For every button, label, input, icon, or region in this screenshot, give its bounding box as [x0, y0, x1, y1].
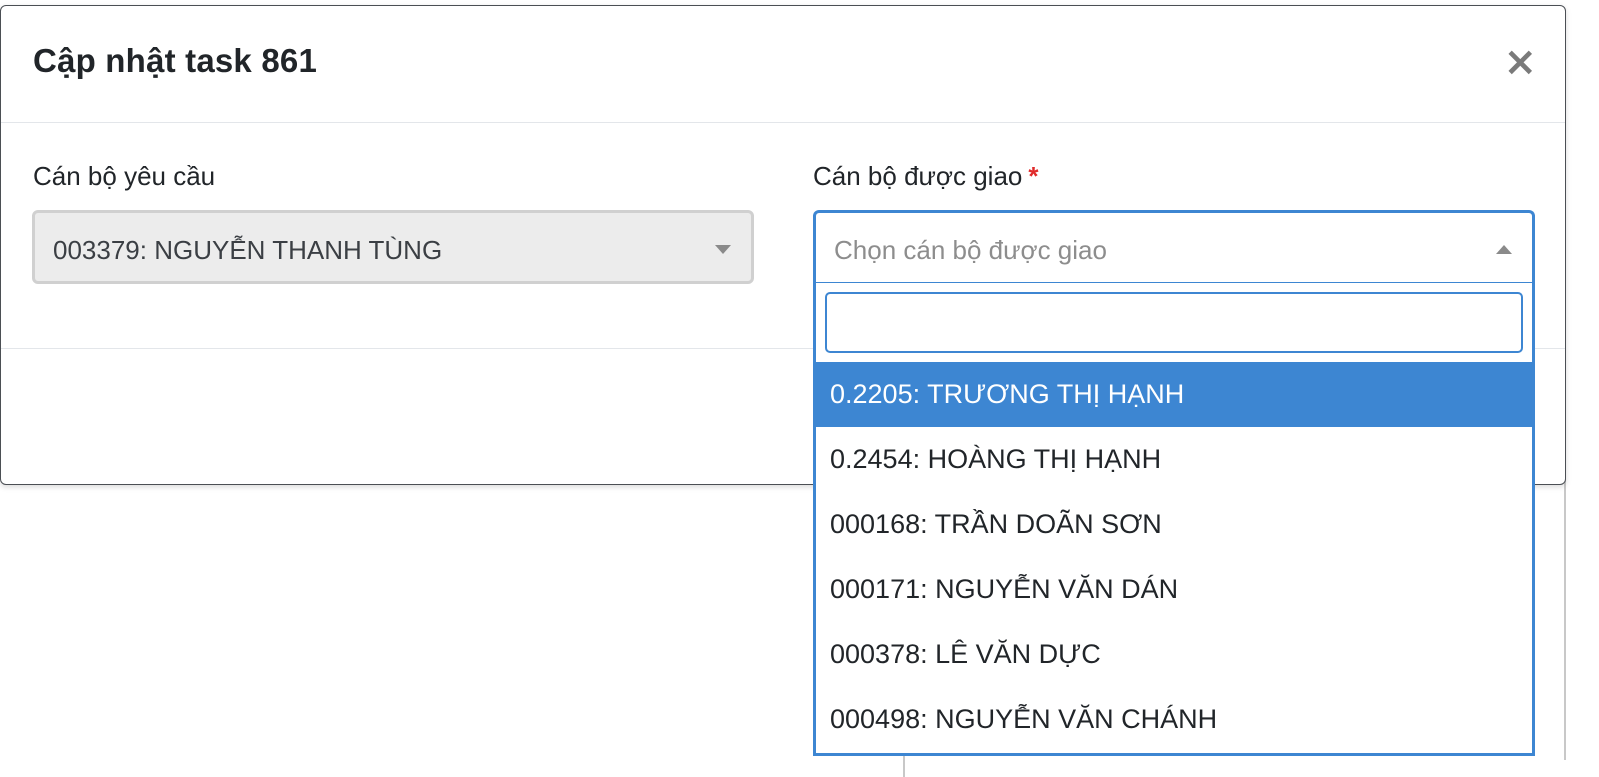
assignee-option[interactable]: 000171: NGUYỄN VĂN DÁN	[816, 557, 1532, 622]
page: Cập nhật task 861 × Cán bộ yêu cầu Cán b…	[0, 0, 1599, 777]
chevron-up-icon[interactable]	[1496, 245, 1512, 254]
requester-select: 003379: NGUYỄN THANH TÙNG	[32, 210, 754, 284]
assignee-option[interactable]: 000498: NGUYỄN VĂN CHÁNH	[816, 687, 1532, 752]
modal-title: Cập nhật task 861	[33, 42, 318, 79]
assignee-search-input[interactable]	[825, 292, 1523, 353]
assignee-select[interactable]: Chọn cán bộ được giao	[813, 210, 1535, 284]
chevron-down-icon	[715, 245, 731, 254]
assignee-label: Cán bộ được giao *	[813, 161, 1038, 192]
requester-select-value: 003379: NGUYỄN THANH TÙNG	[53, 235, 443, 265]
assignee-label-text: Cán bộ được giao	[813, 161, 1023, 191]
assignee-select-placeholder: Chọn cán bộ được giao	[834, 235, 1107, 265]
assignee-option[interactable]: 000378: LÊ VĂN DỰC	[816, 622, 1532, 687]
assignee-option[interactable]: 000168: TRẦN DOÃN SƠN	[816, 492, 1532, 557]
assignee-option[interactable]: 0.2454: HOÀNG THỊ HẠNH	[816, 427, 1532, 492]
assignee-dropdown: 0.2205: TRƯƠNG THỊ HẠNH 0.2454: HOÀNG THỊ…	[813, 282, 1535, 756]
close-icon[interactable]: ×	[1503, 42, 1537, 82]
assignee-options-list: 0.2205: TRƯƠNG THỊ HẠNH 0.2454: HOÀNG THỊ…	[816, 362, 1532, 752]
modal-header: Cập nhật task 861 ×	[1, 6, 1565, 123]
requester-label: Cán bộ yêu cầu	[33, 161, 216, 191]
assignee-option[interactable]: 0.2205: TRƯƠNG THỊ HẠNH	[816, 362, 1532, 427]
required-marker: *	[1028, 161, 1039, 191]
